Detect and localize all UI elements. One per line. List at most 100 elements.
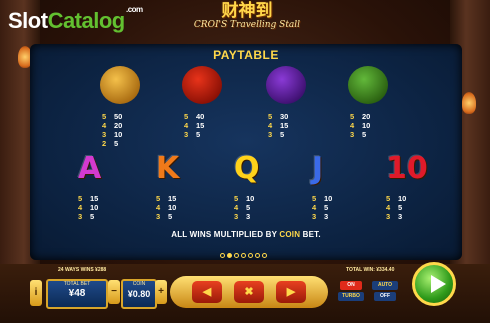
payout-row: 35: [78, 212, 98, 221]
match-count: 4: [350, 121, 355, 130]
coin-value-display: COIN ¥0.80: [121, 279, 157, 309]
payout-value: 15: [90, 194, 99, 203]
gold-coin-pouch-icon: [100, 66, 140, 104]
paytable-panel: PAYTABLE 5 50 4 20 3 10 2 5 5 40 4 15 3 5 5 30 4 15 3 5 5 20 4…: [30, 44, 462, 260]
match-count: 3: [78, 212, 83, 221]
match-count: 5: [268, 112, 273, 121]
close-paytable-button[interactable]: ✖: [234, 281, 264, 303]
payout-row: 33: [234, 212, 254, 221]
payout-value: 5: [90, 212, 95, 221]
prev-page-button[interactable]: ◀: [192, 281, 222, 303]
payout-row: 45: [234, 203, 254, 212]
card-symbol-10: 10: [386, 151, 428, 186]
page-indicator: [220, 253, 267, 258]
payout-table: 5 10 4 5 3 3: [312, 194, 332, 221]
payout-value: 3: [246, 212, 251, 221]
payout-row: 45: [386, 203, 406, 212]
payout-value: 20: [362, 112, 371, 121]
payout-value: 20: [114, 121, 123, 130]
match-count: 3: [312, 212, 317, 221]
total-bet-display: TOTAL BET ¥48: [46, 279, 108, 309]
page-dot[interactable]: [241, 253, 246, 258]
payout-table: 5 40 4 15 3 5: [184, 112, 204, 139]
payout-row: 5 20: [350, 112, 370, 121]
info-button[interactable]: i: [30, 280, 42, 306]
slotcatalog-watermark: SlotCatalog .com: [8, 5, 143, 33]
coin-increase-button[interactable]: +: [155, 280, 167, 304]
payout-row: 4 15: [268, 121, 288, 130]
match-count: 5: [386, 194, 391, 203]
page-dot[interactable]: [234, 253, 239, 258]
payout-table: 5 15 4 10 3 5: [156, 194, 176, 221]
page-dot[interactable]: [227, 253, 232, 258]
match-count: 4: [268, 121, 273, 130]
payout-value: 15: [280, 121, 289, 130]
payout-row: 5 10: [386, 194, 406, 203]
payout-row: 4 10: [78, 203, 98, 212]
payout-value: 10: [362, 121, 371, 130]
payout-value: 5: [196, 130, 201, 139]
payout-value: 3: [398, 212, 403, 221]
spin-button[interactable]: [412, 262, 456, 306]
payout-value: 10: [324, 194, 333, 203]
payout-row: 4 10: [350, 121, 370, 130]
payout-table: 5 10 4 5 3 3: [234, 194, 254, 221]
card-symbol-j: J: [312, 151, 324, 186]
page-dot[interactable]: [255, 253, 260, 258]
payout-row: 5 15: [78, 194, 98, 203]
payout-row: 33: [312, 212, 332, 221]
payout-row: 25: [102, 139, 122, 148]
coin-decrease-button[interactable]: −: [108, 280, 120, 304]
total-win-text: TOTAL WIN: ¥334.40: [346, 267, 395, 273]
match-count: 5: [184, 112, 189, 121]
ways-win-text: 24 WAYS WINS ¥288: [58, 267, 107, 273]
payout-row: 4 15: [184, 121, 204, 130]
payout-row: 5 15: [156, 194, 176, 203]
match-count: 5: [156, 194, 161, 203]
auto-off-label[interactable]: OFF: [374, 292, 396, 301]
payout-row: 35: [156, 212, 176, 221]
payout-value: 10: [168, 203, 177, 212]
payout-value: 40: [196, 112, 205, 121]
payout-row: 35: [350, 130, 370, 139]
match-count: 4: [102, 121, 107, 130]
turbo-button[interactable]: TURBO: [338, 292, 364, 301]
payout-table: 5 10 4 5 3 3: [386, 194, 406, 221]
payout-value: 3: [324, 212, 329, 221]
match-count: 3: [234, 212, 239, 221]
card-symbol-q: Q: [234, 151, 260, 186]
payout-value: 15: [168, 194, 177, 203]
match-count: 3: [268, 130, 273, 139]
purple-doll-icon: [266, 66, 306, 104]
payout-row: 4 10: [156, 203, 176, 212]
page-dot[interactable]: [262, 253, 267, 258]
payout-value: 5: [280, 130, 285, 139]
payout-value: 10: [246, 194, 255, 203]
payout-value: 5: [168, 212, 173, 221]
next-page-button[interactable]: ▶: [276, 281, 306, 303]
match-count: 4: [386, 203, 391, 212]
card-symbol-k: K: [156, 151, 180, 186]
payout-value: 5: [362, 130, 367, 139]
green-frog-icon: [348, 66, 388, 104]
card-symbol-a: A: [78, 151, 102, 186]
paytable-title: PAYTABLE: [213, 48, 279, 62]
match-count: 4: [78, 203, 83, 212]
match-count: 4: [234, 203, 239, 212]
payout-row: 5 50: [102, 112, 122, 121]
payout-row: 45: [312, 203, 332, 212]
game-logo: 财神到 CROI'S Travelling Stall: [193, 1, 301, 30]
page-dot[interactable]: [220, 253, 225, 258]
auto-button[interactable]: AUTO: [372, 281, 398, 290]
payout-row: 35: [184, 130, 204, 139]
match-count: 4: [312, 203, 317, 212]
match-count: 5: [312, 194, 317, 203]
page-dot[interactable]: [248, 253, 253, 258]
play-icon: [431, 275, 446, 293]
payout-row: 4 20: [102, 121, 122, 130]
payout-row: 5 10: [234, 194, 254, 203]
match-count: 5: [78, 194, 83, 203]
payout-row: 5 40: [184, 112, 204, 121]
turbo-on-label[interactable]: ON: [340, 281, 362, 290]
payout-value: 10: [90, 203, 99, 212]
